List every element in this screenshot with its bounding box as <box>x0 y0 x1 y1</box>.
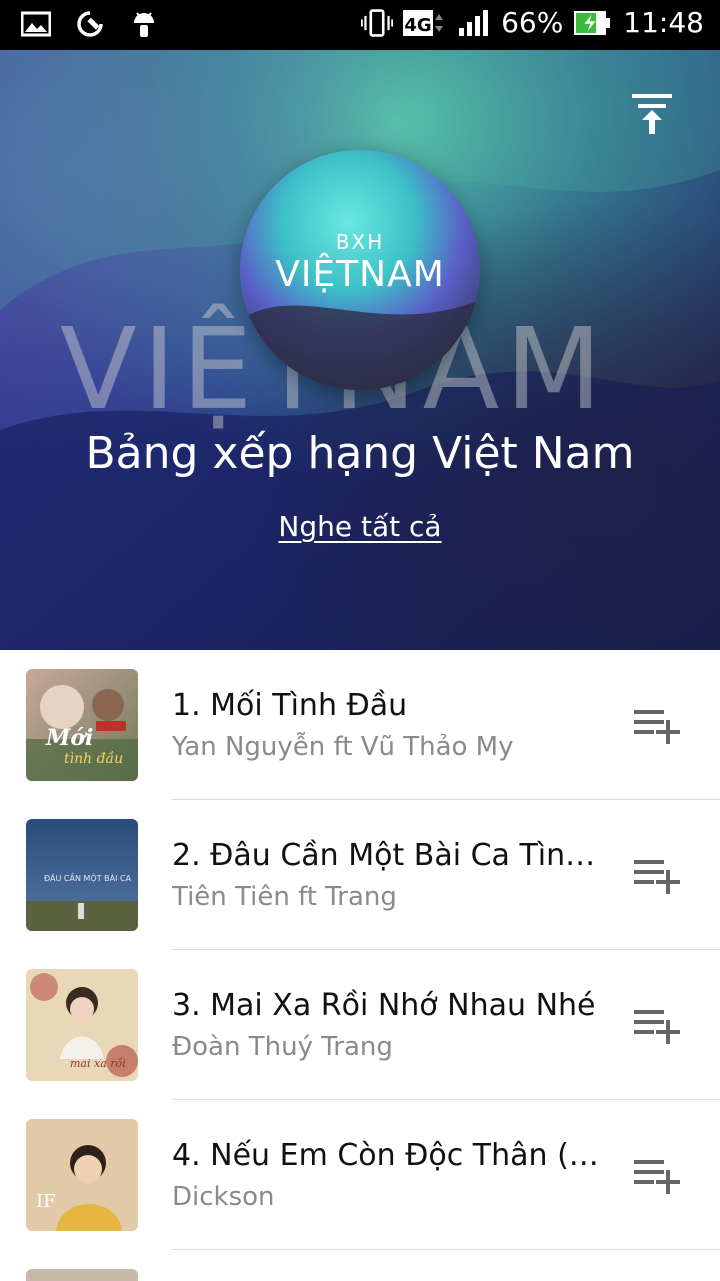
status-left-icons <box>20 8 160 40</box>
status-bar: 4G 66% 11:48 <box>0 0 720 50</box>
signal-strength-icon <box>457 7 491 39</box>
list-item[interactable]: mai xa rồi 3. Mai Xa Rồi Nhớ Nhau Nhé Đo… <box>0 950 720 1100</box>
svg-text:mai xa rồi: mai xa rồi <box>70 1057 126 1070</box>
song-artist: Tiên Tiên ft Trang <box>172 882 397 912</box>
list-item[interactable]: IF 4. Nếu Em Còn Độc Thân (If You Are St… <box>0 1100 720 1250</box>
list-item[interactable]: Mới tình đầu 1. Mối Tình Đầu Yan Nguyễn … <box>0 650 720 800</box>
playlist-add-icon[interactable] <box>630 1006 686 1046</box>
svg-text:IF: IF <box>36 1191 56 1212</box>
playlist-add-icon[interactable] <box>630 706 686 746</box>
playlist-add-icon[interactable] <box>630 1156 686 1196</box>
svg-text:Mới: Mới <box>45 725 93 751</box>
song-artist: Yan Nguyễn ft Vũ Thảo My <box>172 732 514 762</box>
cover-label-small: BXH <box>335 230 385 254</box>
song-thumbnail: ĐÂU CẦN MỘT BÀI CA <box>26 819 138 931</box>
song-thumbnail <box>26 1269 138 1281</box>
song-thumbnail: mai xa rồi <box>26 969 138 1081</box>
song-thumbnail: IF <box>26 1119 138 1231</box>
song-thumbnail: Mới tình đầu <box>26 669 138 781</box>
play-all-container: Nghe tất cả <box>0 510 720 543</box>
song-title: 1. Mối Tình Đầu <box>172 688 408 723</box>
sync-settings-icon <box>74 8 106 40</box>
play-all-link[interactable]: Nghe tất cả <box>278 510 441 543</box>
vibrate-icon <box>361 7 394 39</box>
svg-text:4G: 4G <box>404 15 431 36</box>
clock: 11:48 <box>623 6 704 39</box>
chart-header: VIỆTNAM BXH VIỆTNAM Bảng xếp hạng Việt N… <box>0 50 720 650</box>
android-icon <box>128 8 160 40</box>
list-item[interactable]: ĐÂU CẦN MỘT BÀI CA 2. Đâu Cần Một Bài Ca… <box>0 800 720 950</box>
song-artist: Đoàn Thuý Trang <box>172 1032 393 1062</box>
battery-percent: 66% <box>501 6 564 39</box>
song-artist: Dickson <box>172 1182 275 1212</box>
song-title: 4. Nếu Em Còn Độc Thân (If You Are Still… <box>172 1138 602 1173</box>
image-notification-icon <box>20 8 52 40</box>
cover-label-big: VIỆTNAM <box>275 254 445 295</box>
scroll-to-top-icon[interactable] <box>630 92 674 136</box>
page-title: Bảng xếp hạng Việt Nam <box>85 428 635 479</box>
song-title: 2. Đâu Cần Một Bài Ca Tình Yêu <box>172 838 602 873</box>
status-right-icons: 4G 66% 11:48 <box>361 6 704 39</box>
battery-charging-icon <box>573 7 613 39</box>
song-title: 3. Mai Xa Rồi Nhớ Nhau Nhé <box>172 988 596 1023</box>
song-list: Mới tình đầu 1. Mối Tình Đầu Yan Nguyễn … <box>0 650 720 1281</box>
network-4g-icon: 4G <box>403 7 447 39</box>
chart-cover-art: BXH VIỆTNAM <box>240 150 480 390</box>
list-item-partial[interactable] <box>0 1250 720 1281</box>
svg-text:tình đầu: tình đầu <box>64 750 123 767</box>
playlist-add-icon[interactable] <box>630 856 686 896</box>
